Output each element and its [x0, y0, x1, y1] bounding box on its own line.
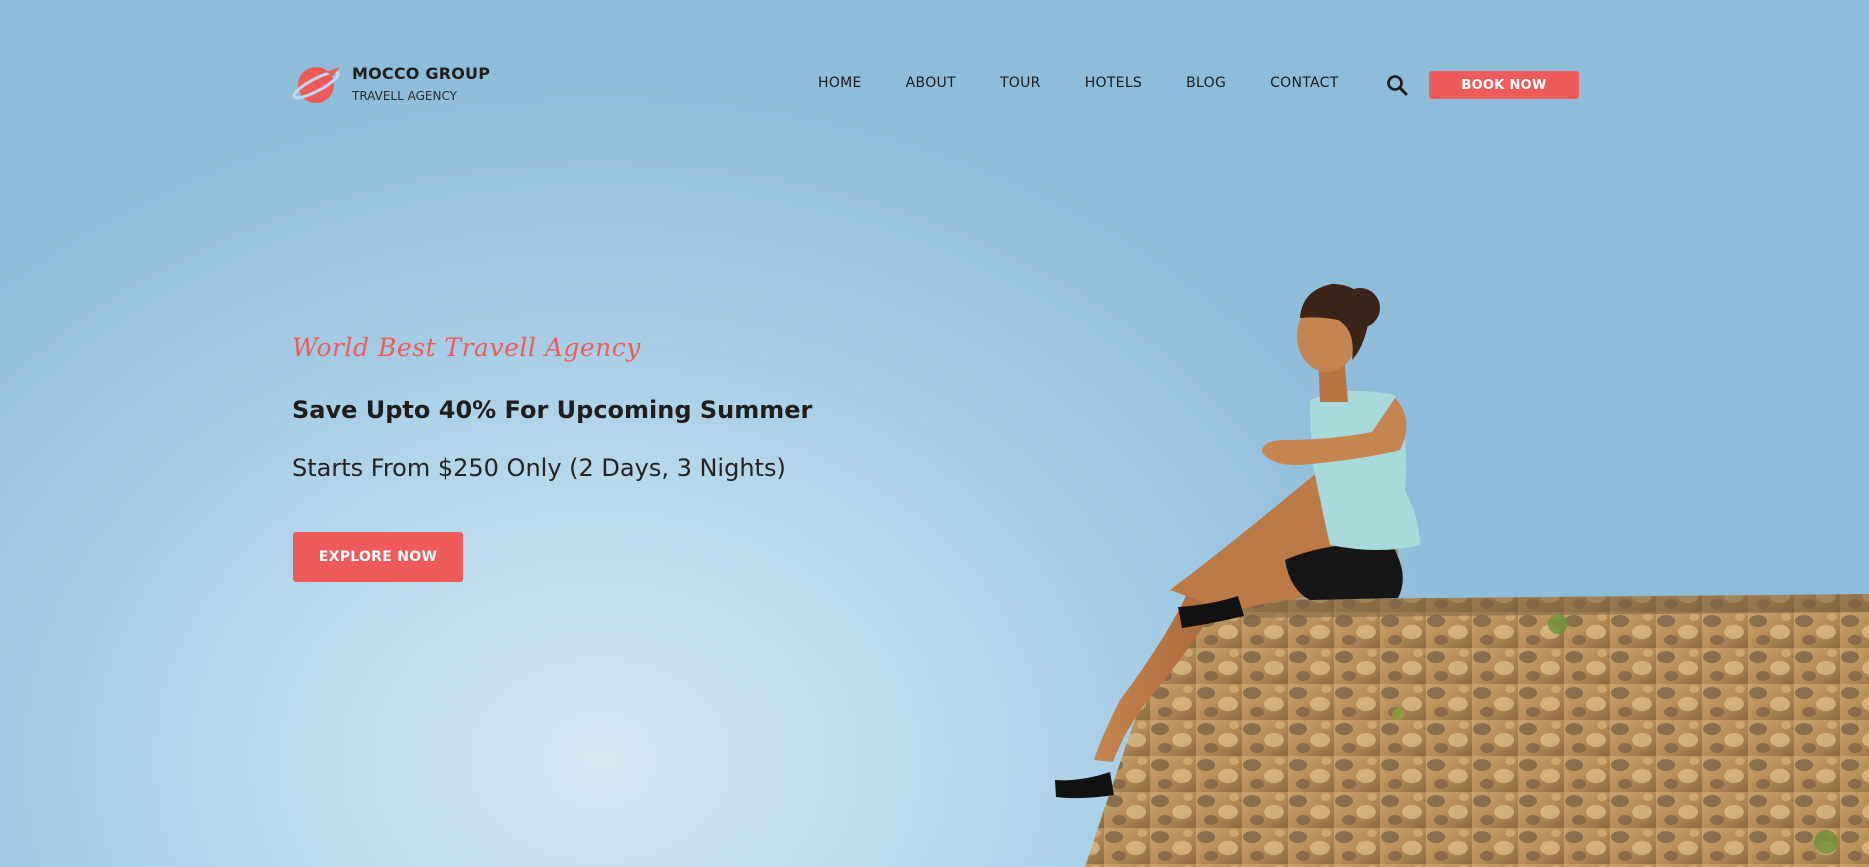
nav-item-about[interactable]: ABOUT	[906, 75, 956, 91]
nav-item-blog[interactable]: BLOG	[1186, 75, 1226, 91]
nav-item-tour[interactable]: TOUR	[1000, 75, 1041, 91]
hero-subtitle: Starts From $250 Only (2 Days, 3 Nights)	[292, 454, 786, 482]
brand-name: MOCCO GROUP	[352, 64, 491, 84]
site-header: MOCCO GROUP TRAVELL AGENCY HOME ABOUT TO…	[0, 0, 1869, 170]
planet-plane-icon	[292, 67, 340, 103]
nav-item-hotels[interactable]: HOTELS	[1085, 75, 1142, 91]
hero-title: Save Upto 40% For Upcoming Summer	[292, 396, 813, 424]
explore-now-button[interactable]: EXPLORE NOW	[293, 532, 463, 582]
nav-item-contact[interactable]: CONTACT	[1270, 75, 1339, 91]
hero-tagline: World Best Travell Agency	[292, 333, 641, 362]
book-now-button[interactable]: BOOK NOW	[1429, 71, 1579, 99]
brand-logo[interactable]: MOCCO GROUP TRAVELL AGENCY	[292, 58, 490, 110]
nav-item-home[interactable]: HOME	[818, 75, 862, 91]
stone-wall	[1085, 594, 1869, 867]
brand-tagline: TRAVELL AGENCY	[352, 88, 457, 103]
search-icon[interactable]	[1386, 74, 1408, 96]
main-nav: HOME ABOUT TOUR HOTELS BLOG CONTACT	[818, 75, 1383, 91]
hero-page: MOCCO GROUP TRAVELL AGENCY HOME ABOUT TO…	[0, 0, 1869, 867]
brand-text: MOCCO GROUP TRAVELL AGENCY	[352, 65, 490, 103]
